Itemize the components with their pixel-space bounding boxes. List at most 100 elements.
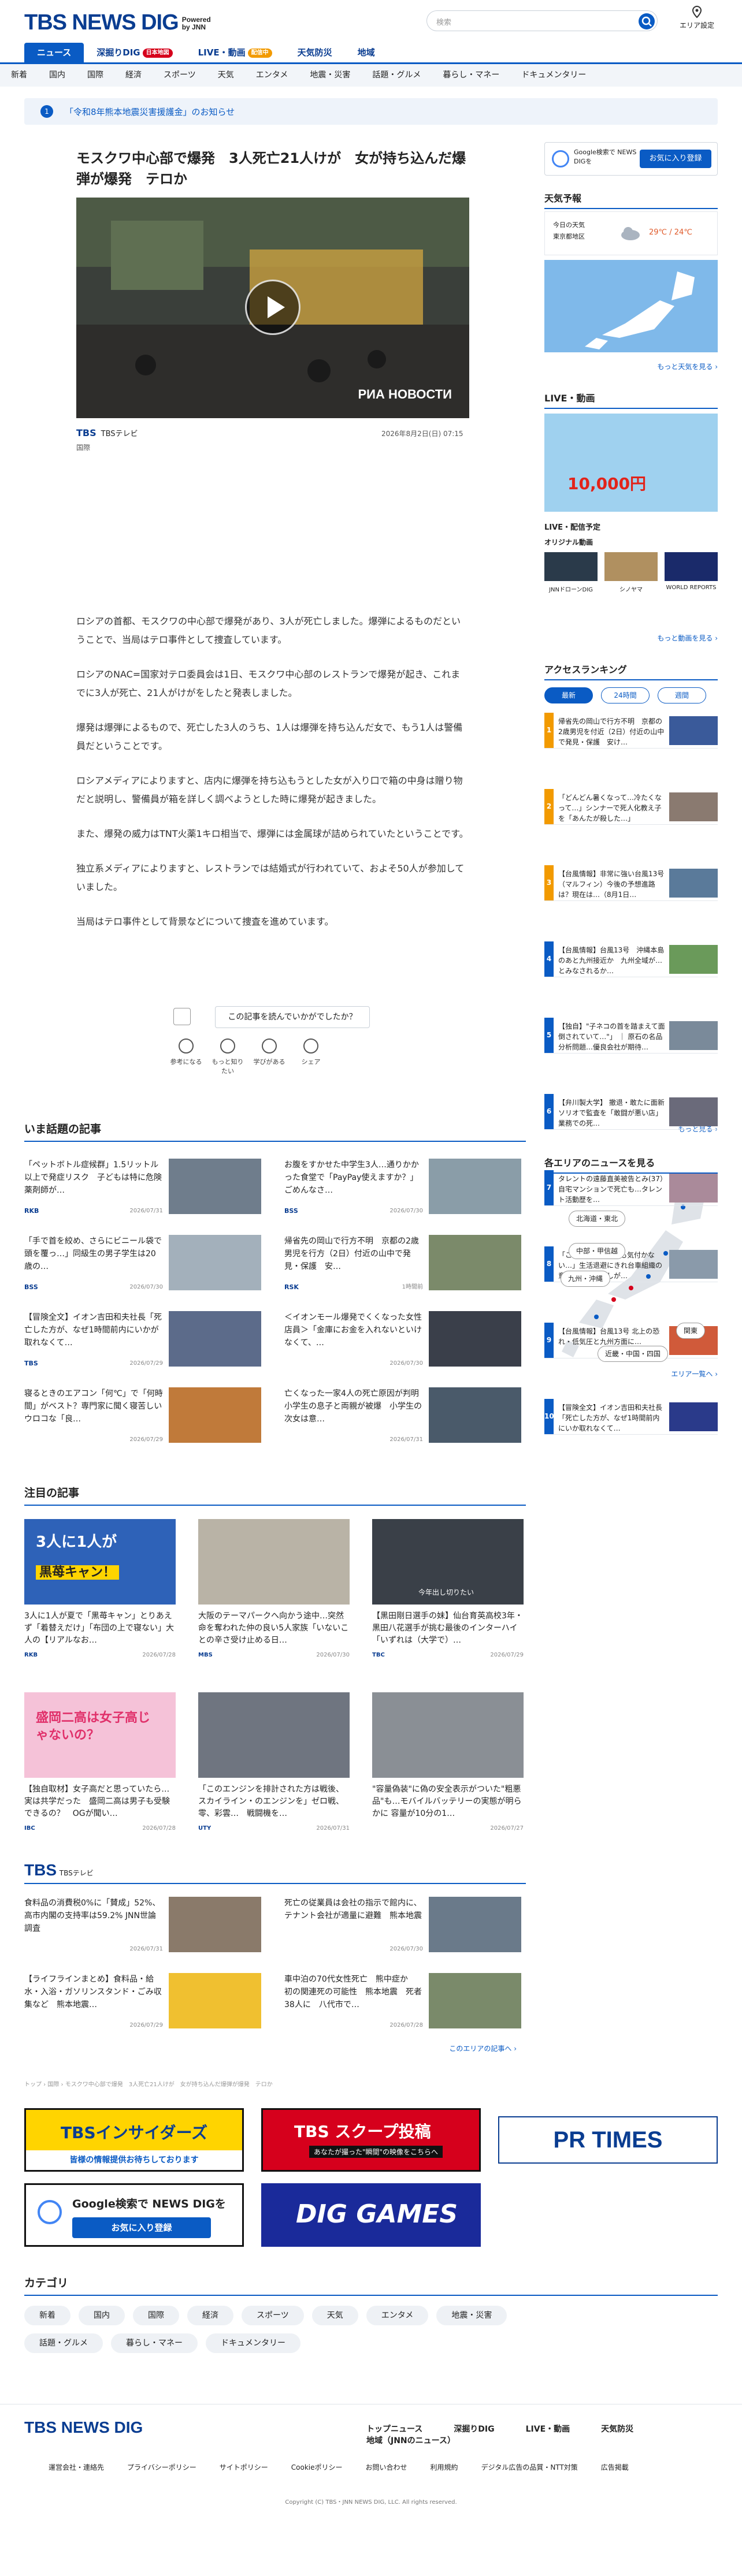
article-category[interactable]: 国際: [76, 442, 90, 452]
reaction-button[interactable]: 参考になる: [168, 1038, 205, 1066]
area-button[interactable]: 近畿・中国・四国: [598, 1346, 669, 1362]
weather-more-link[interactable]: もっと天気を見る ›: [544, 362, 718, 371]
footer-nav-item[interactable]: 深掘りDIG: [454, 2423, 494, 2434]
area-button[interactable]: 関東: [676, 1323, 706, 1339]
area-button[interactable]: 中部・甲信越: [569, 1243, 626, 1259]
trending-card[interactable]: お腹をすかせた中学生3人…通りかかった食堂で「PayPay使えますか？」ごめんな…: [284, 1159, 521, 1222]
show-card[interactable]: シノヤマ: [604, 552, 658, 593]
footer-link[interactable]: お問い合わせ: [366, 2462, 407, 2472]
featured-card[interactable]: 3人に1人が 黒苺キャン！ 3人に1人が夏で「黒苺キャン」とりあえず「着替えだけ」「…: [24, 1519, 176, 1661]
subnav-item[interactable]: スポーツ: [153, 64, 207, 86]
reaction-button[interactable]: シェア: [292, 1038, 329, 1066]
trending-card[interactable]: 「手で首を絞め、さらにビニール袋で頭を覆っ…」同級生の男子学生は20歳の… BSS…: [24, 1235, 261, 1298]
subnav-item[interactable]: 国際: [76, 64, 114, 86]
area-setting-button[interactable]: エリア設定: [676, 5, 718, 30]
category-button[interactable]: ドキュメンタリー: [206, 2333, 300, 2353]
footer-link[interactable]: 運営会社・連絡先: [49, 2462, 104, 2472]
games-banner[interactable]: DIG GAMES: [261, 2183, 481, 2247]
breadcrumb[interactable]: トップ › 国際 › モスクワ中心部で爆発 3人死亡21人けが 女が持ち込んだ爆…: [24, 2079, 521, 2088]
reaction-button[interactable]: 学びがある: [251, 1038, 288, 1066]
featured-card[interactable]: "容量偽装"に偽の安全表示がついた"粗悪品"も…モバイルバッテリーの実態が明らか…: [372, 1692, 524, 1834]
nav-dig[interactable]: 深掘りDIG 日本地図: [84, 43, 185, 62]
footer-link[interactable]: Cookieポリシー: [291, 2462, 343, 2472]
footer-link[interactable]: デジタル広告の品質・NTT対策: [481, 2462, 578, 2472]
footer-nav-item[interactable]: LIVE・動画: [526, 2423, 570, 2434]
category-button[interactable]: 暮らし・マネー: [111, 2333, 198, 2353]
show-card[interactable]: JNNドローンDIG: [544, 552, 598, 593]
feedback-prompt[interactable]: この記事を読んでいかがでしたか？: [215, 1006, 370, 1028]
featured-card[interactable]: 「このエンジンを排計された方は戦後、スカイライン・のエンジンを」ゼロ戦、零、彩雲…: [198, 1692, 350, 1834]
show-card[interactable]: WORLD REPORTS: [665, 552, 718, 591]
footer-nav-item[interactable]: 天気防災: [601, 2423, 633, 2434]
trending-card[interactable]: 「ペットボトル症候群」1.5リットル以上で発症リスク 子どもは特に危険 薬剤師が…: [24, 1159, 261, 1222]
trending-card[interactable]: 帰省先の岡山で行方不明 京都の2歳男児を行方（2日）付近の山中で発見・保護 安……: [284, 1235, 521, 1298]
google-banner[interactable]: Google検索で NEWS DIGを お気に入り登録: [24, 2183, 244, 2247]
nav-region[interactable]: 地域: [345, 43, 388, 62]
area-button[interactable]: 九州・沖縄: [561, 1271, 611, 1287]
notice-text[interactable]: 「令和8年熊本地震災害援護金」のお知らせ: [65, 106, 235, 118]
trending-card[interactable]: 寝るときのエアコン「何℃」で「何時間」がベスト？専門家に聞く寝苦しいウロコな「良…: [24, 1387, 261, 1451]
featured-card[interactable]: 今年出し切りたい 【黒田剛日選手の妹】仙台育英高校3年・黒田八花選手が挑む最後のイ…: [372, 1519, 524, 1661]
ranking-item[interactable]: 4 【台風情報】台風13号 沖縄本島のあと九州接近か 九州全域が…とみなされるか…: [544, 941, 718, 977]
footer-nav-item[interactable]: トップニュース: [366, 2423, 422, 2434]
tbs-card[interactable]: 【ライフラインまとめ】食料品・給水・入浴・ガソリンスタンド・ごみ収集など 熊本地…: [24, 1973, 261, 2037]
category-button[interactable]: 天気: [311, 2306, 358, 2325]
category-button[interactable]: 経済: [187, 2306, 233, 2325]
ranking-tab[interactable]: 最新: [544, 687, 593, 703]
subnav-item[interactable]: 経済: [114, 64, 153, 86]
search-icon[interactable]: [639, 13, 655, 29]
nav-news[interactable]: ニュース: [24, 43, 84, 62]
subnav-item[interactable]: 天気: [207, 64, 245, 86]
footer-link[interactable]: 広告掲載: [601, 2462, 629, 2472]
category-button[interactable]: 国内: [79, 2306, 125, 2325]
trending-card[interactable]: 【冒険全文】イオン吉田和夫社長「死亡した方が、なぜ1時間前内にいかが取れなくて……: [24, 1311, 261, 1375]
category-button[interactable]: 新着: [24, 2306, 71, 2325]
subnav-item[interactable]: 国内: [38, 64, 76, 86]
areas-more-link[interactable]: エリア一覧へ ›: [544, 1369, 718, 1379]
google-favorite-box[interactable]: Google検索で NEWS DIGを お気に入り登録: [544, 142, 718, 176]
subnav-item[interactable]: 新着: [0, 64, 38, 86]
ranking-tab[interactable]: 週間: [658, 687, 706, 703]
weather-map[interactable]: [544, 260, 718, 352]
tbs-card[interactable]: 死亡の従業員は会社の指示で館内に、テナント会社が適量に避難 熊本地震 2026/0…: [284, 1897, 521, 1960]
footer-nav-item[interactable]: 地域（JNNのニュース）: [366, 2434, 455, 2446]
live-more-link[interactable]: もっと動画を見る ›: [544, 633, 718, 643]
tbs-more-link[interactable]: このエリアの記事へ ›: [370, 2043, 517, 2053]
subnav-item[interactable]: 話題・グルメ: [361, 64, 432, 86]
nav-weather[interactable]: 天気防災: [285, 43, 345, 62]
google-banner-button[interactable]: お気に入り登録: [72, 2217, 211, 2238]
footer-link[interactable]: サイトポリシー: [220, 2462, 268, 2472]
nav-live[interactable]: LIVE・動画 配信中: [186, 43, 285, 62]
ranking-item[interactable]: 6 【弁川製大学】 撤退・敢たに面新ソリオで監査を「敢闘が悪い店」業務での死…: [544, 1094, 718, 1130]
site-logo[interactable]: TBS NEWS DIG Powered by JNN: [24, 10, 211, 35]
footer-logo[interactable]: TBS NEWS DIG: [24, 2418, 143, 2437]
trending-card[interactable]: ＜イオンモール爆発でくくなった女性店員＞「金庫にお金を入れないといけなくて、… 2…: [284, 1311, 521, 1375]
trending-card[interactable]: 亡くなった一家4人の死亡原因が判明 小学生の息子と両親が被爆 小学生の次女は意……: [284, 1387, 521, 1451]
subnav-item[interactable]: 暮らし・マネー: [432, 64, 510, 86]
search-input[interactable]: 検索: [436, 16, 451, 27]
search-field[interactable]: 検索: [426, 10, 658, 31]
reaction-button[interactable]: もっと知りたい: [209, 1038, 246, 1075]
prtimes-banner[interactable]: PR TIMES: [498, 2116, 718, 2164]
category-button[interactable]: 地震・災害: [436, 2306, 507, 2325]
ranking-item[interactable]: 3 【台風情報】非常に強い台風13号（マルフィン）今後の予想進路は？現在は…（8月…: [544, 865, 718, 901]
footer-link[interactable]: プライバシーポリシー: [127, 2462, 196, 2472]
ranking-tab[interactable]: 24時間: [601, 687, 650, 703]
notice-bar[interactable]: 1 「令和8年熊本地震災害援護金」のお知らせ: [24, 98, 718, 125]
subnav-item[interactable]: エンタメ: [245, 64, 299, 86]
featured-card[interactable]: 大阪のテーマパークへ向かう途中…突然命を奪われた仲の良い5人家族「いないことの辛…: [198, 1519, 350, 1661]
area-button[interactable]: 北海道・東北: [569, 1211, 626, 1227]
category-button[interactable]: 話題・グルメ: [24, 2333, 103, 2353]
subnav-item[interactable]: 地震・災害: [299, 64, 361, 86]
tbs-card[interactable]: 車中泊の70代女性死亡 熊中症か 初の関連死の可能性 熊本地震 死者38人に 八…: [284, 1973, 521, 2037]
live-banner[interactable]: 10,000円: [544, 414, 718, 512]
ranking-item[interactable]: 2 「どんどん暑くなって…冷たくなって…」シンナーで死人化教え子を「あんたが殺した…: [544, 789, 718, 825]
tbs-card[interactable]: 食料品の消費税0%に「賛成」52%、高市内閣の支持率は59.2% JNN世論調査…: [24, 1897, 261, 1960]
ranking-item[interactable]: 5 【独自】"子ネコの首を踏まえて面倒されていて…"」 ｜ 原石の名品分析問題…優…: [544, 1018, 718, 1054]
category-button[interactable]: スポーツ: [242, 2306, 304, 2325]
featured-card[interactable]: 盛岡二高は女子高じゃないの？ 【独自取材】女子高だと思っていたら…実は共学だった …: [24, 1692, 176, 1834]
video-player[interactable]: РИА НОВОСТИ: [76, 198, 469, 418]
category-button[interactable]: エンタメ: [366, 2306, 429, 2325]
category-button[interactable]: 国際: [133, 2306, 179, 2325]
ranking-item[interactable]: 7 タレントの遠藤直美被告とみ(37）自宅マンションで死亡も…タレント活動歴を…: [544, 1170, 718, 1206]
